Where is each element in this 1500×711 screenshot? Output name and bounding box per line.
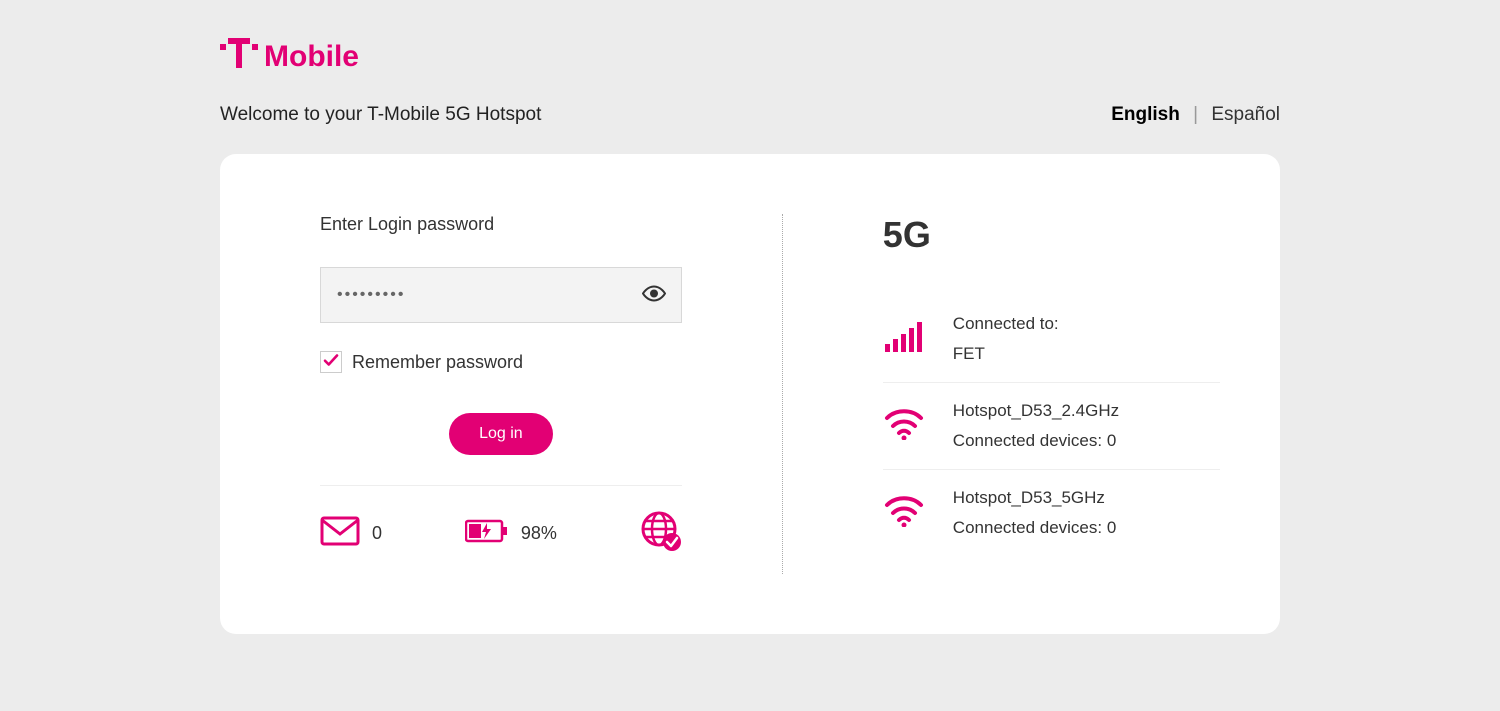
status-row: 0 98% xyxy=(320,510,682,557)
password-input[interactable] xyxy=(320,267,682,323)
check-icon xyxy=(322,351,340,374)
battery-percentage: 98% xyxy=(521,523,557,544)
globe-check-icon xyxy=(640,510,682,557)
login-button[interactable]: Log in xyxy=(449,413,553,455)
battery-charging-icon xyxy=(465,518,509,549)
tmobile-logo: Mobile xyxy=(220,38,1280,74)
divider xyxy=(320,485,682,486)
internet-status xyxy=(640,510,682,557)
wifi-24-row: Hotspot_D53_2.4GHz Connected devices: 0 xyxy=(883,383,1220,469)
remember-password-checkbox[interactable] xyxy=(320,351,342,373)
lang-espanol-link[interactable]: Español xyxy=(1211,104,1280,125)
lang-english-link[interactable]: English xyxy=(1111,104,1180,125)
messages-count: 0 xyxy=(372,523,382,544)
network-panel: 5G Connected to: FET xyxy=(782,214,1280,574)
wifi-icon xyxy=(884,495,924,532)
show-password-button[interactable] xyxy=(638,278,670,313)
devices-5ghz: Connected devices: 0 xyxy=(953,518,1117,538)
login-password-label: Enter Login password xyxy=(320,214,682,235)
wifi-icon xyxy=(884,408,924,445)
wifi-5-row: Hotspot_D53_5GHz Connected devices: 0 xyxy=(883,470,1220,556)
connected-to-label: Connected to: xyxy=(953,314,1059,334)
carrier-row: Connected to: FET xyxy=(883,296,1220,382)
svg-text:Mobile: Mobile xyxy=(264,40,359,73)
carrier-name: FET xyxy=(953,344,1059,364)
login-panel: Enter Login password xyxy=(220,214,782,574)
envelope-icon xyxy=(320,516,360,551)
eye-icon xyxy=(642,294,666,309)
ssid-5ghz: Hotspot_D53_5GHz xyxy=(953,488,1117,508)
welcome-text: Welcome to your T-Mobile 5G Hotspot xyxy=(220,104,541,126)
lang-separator: | xyxy=(1193,104,1198,125)
network-mode: 5G xyxy=(883,214,1220,256)
remember-password-label: Remember password xyxy=(352,352,523,373)
devices-24ghz: Connected devices: 0 xyxy=(953,431,1119,451)
messages-status: 0 xyxy=(320,516,382,551)
battery-status: 98% xyxy=(465,518,557,549)
ssid-24ghz: Hotspot_D53_2.4GHz xyxy=(953,401,1119,421)
language-switcher: English | Español xyxy=(1111,104,1280,126)
signal-bars-icon xyxy=(885,322,923,357)
main-card: Enter Login password xyxy=(220,154,1280,634)
